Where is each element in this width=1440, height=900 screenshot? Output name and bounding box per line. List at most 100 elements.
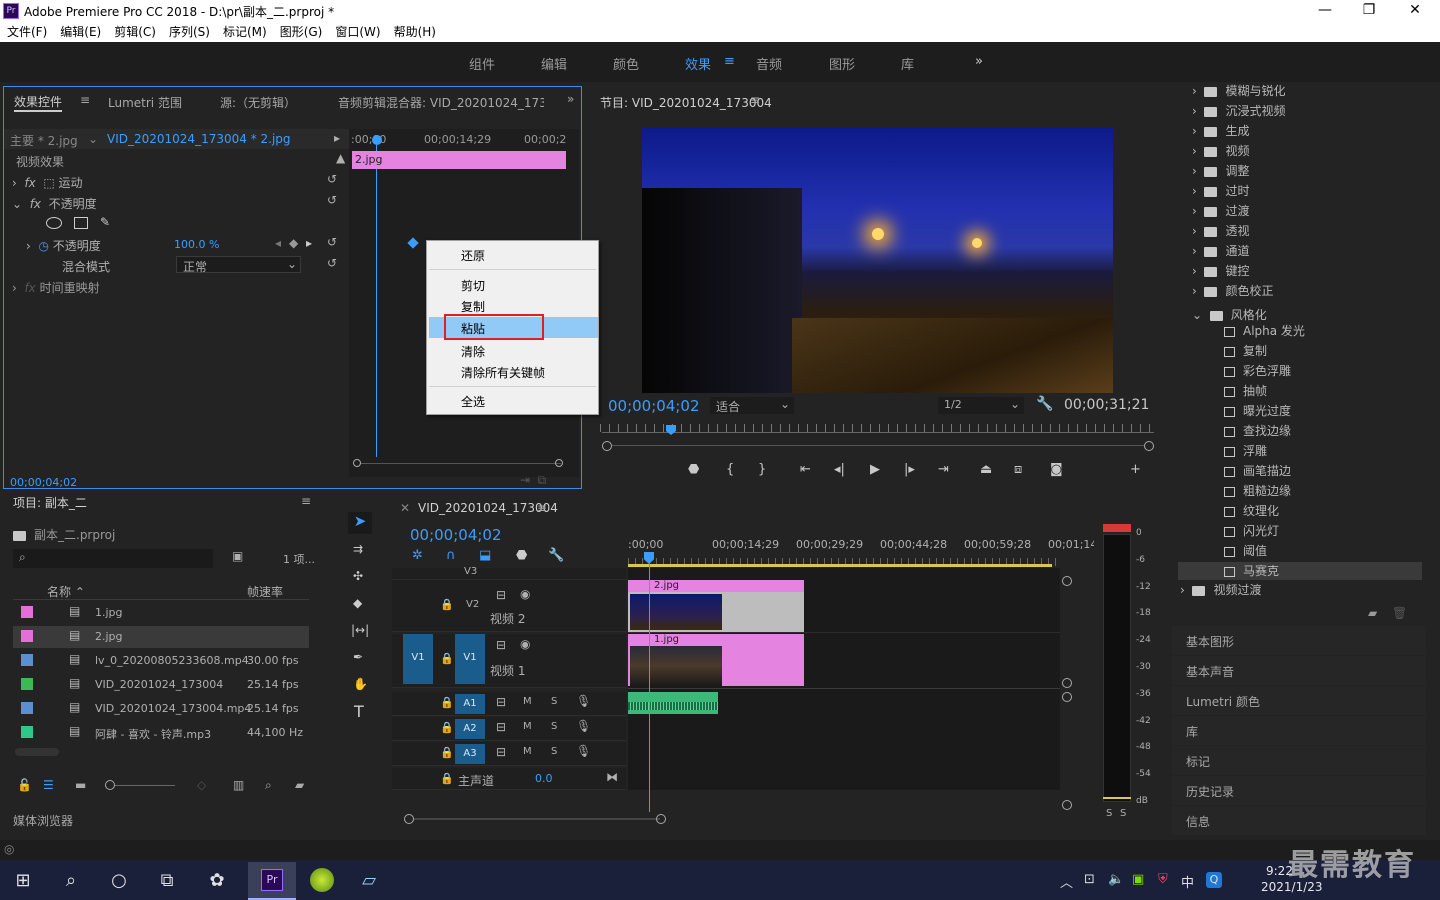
scroll-handle-icon[interactable] [1062,576,1072,586]
notepad-app-icon[interactable]: ▱ [358,870,380,892]
lock-icon[interactable]: 🔒 [440,721,454,734]
workspace-audio[interactable]: 音频 [756,54,782,73]
project-item[interactable]: ▤ 阿肆 - 喜欢 - 铃声.mp3 44,100 Hz [13,722,309,744]
menu-item-undo[interactable]: 还原 [461,247,485,264]
lock-icon[interactable]: 🔒 [440,696,454,709]
menu-item-paste[interactable]: 粘贴 [461,320,485,337]
selection-tool-icon[interactable]: ➤ [348,512,372,534]
label-color-swatch[interactable] [21,678,33,690]
effect-controls-timecode[interactable]: 00;00;04;02 [10,476,77,489]
menu-sequence[interactable]: 序列(S) [169,25,210,39]
solo-button[interactable]: S [551,746,557,757]
zoom-handle-left-icon[interactable] [602,441,612,451]
scroll-handle-icon[interactable] [1062,692,1072,702]
side-panel-tab[interactable]: Lumetri 颜色 [1172,686,1426,715]
add-marker-icon[interactable]: ⬣ [688,462,699,477]
panel-menu-icon[interactable]: ≡ [301,494,311,508]
menu-file[interactable]: 文件(F) [7,25,47,39]
motion-row[interactable]: › fx ⬚ 运动 [12,174,83,191]
effects-folder[interactable]: › 调整 [1192,162,1249,179]
workspace-libraries[interactable]: 库 [901,54,914,73]
track-target-v2[interactable]: V2 [466,599,479,610]
sort-icon[interactable]: ◇ [197,778,206,792]
go-to-end-icon[interactable]: ⧓ [606,770,618,784]
find-icon[interactable]: ⌕ [265,778,272,793]
search-input[interactable]: ⌕ [13,549,213,568]
lift-icon[interactable]: ⏏ [980,462,992,477]
playhead-timecode[interactable]: 00;00;04;02 [608,397,700,415]
label-color-swatch[interactable] [21,630,33,642]
label-color-swatch[interactable] [21,606,33,618]
label-color-swatch[interactable] [21,654,33,666]
linked-selection-icon[interactable]: ⬓ [479,548,491,563]
source-patch-v1[interactable]: V1 [403,634,433,684]
volume-icon[interactable]: 🔈 [1108,872,1124,887]
microphone-icon[interactable]: 🎙 [576,744,591,758]
scrollbar[interactable] [361,463,561,464]
more-workspaces-icon[interactable]: » [975,54,983,69]
program-video-frame[interactable] [642,128,1113,393]
lock-icon[interactable]: 🔒 [440,746,454,759]
effect-item[interactable]: 阈值 [1178,542,1422,560]
master-clip-label[interactable]: 主要 * 2.jpg [10,132,78,149]
effects-folder-video-transitions[interactable]: › 视频过渡 [1180,581,1261,598]
eye-icon[interactable]: ◉ [520,637,530,651]
timeline-timecode[interactable]: 00;00;04;02 [410,526,502,544]
toggle-sync-icon[interactable]: ⊟ [496,745,506,759]
sequence-clip-label[interactable]: VID_20201024_173004 * 2.jpg [107,132,291,146]
go-to-out-icon[interactable]: ⇥ [938,462,949,477]
pinwheel-app-icon[interactable]: ✿ [206,870,228,892]
label-color-swatch[interactable] [21,726,33,738]
scroll-handle-icon[interactable] [555,459,563,467]
list-view-icon[interactable]: ☰ [43,778,54,792]
effect-item[interactable]: 查找边缘 [1178,422,1422,440]
reset-icon[interactable]: ↺ [327,172,337,186]
toggle-sync-icon[interactable]: ⊟ [496,695,506,709]
menu-item-clear[interactable]: 清除 [461,343,485,360]
mute-button[interactable]: M [523,746,532,757]
project-item[interactable]: ▤ lv_0_20200805233608.mp4 30.00 fps [13,650,309,672]
menu-marker[interactable]: 标记(M) [223,25,267,39]
toggle-sync-icon[interactable]: ⊟ [496,720,506,734]
maximize-button[interactable]: ❐ [1354,2,1384,20]
more-tabs-icon[interactable]: » [567,92,574,106]
playback-resolution-select[interactable]: 1/2 ⌄ [938,397,1024,414]
effect-item[interactable]: 浮雕 [1178,442,1422,460]
play-icon[interactable]: ▶ [870,462,880,477]
pen-mask-icon[interactable]: ✎ [100,215,110,229]
keyframe-icon[interactable] [407,237,419,249]
effects-folder[interactable]: › 通道 [1192,242,1249,259]
track-target-audio[interactable]: A2 [455,719,485,739]
ellipse-mask-icon[interactable] [46,217,62,229]
solo-right-button[interactable]: S [1120,808,1126,819]
add-button-icon[interactable]: + [1130,462,1141,477]
menu-graphics[interactable]: 图形(G) [280,25,323,39]
col-name-header[interactable]: 名称 ⌃ [47,583,85,600]
menu-item-copy[interactable]: 复制 [461,298,485,315]
new-bin-icon[interactable]: ▰ [1368,606,1377,620]
effect-item[interactable]: 画笔描边 [1178,462,1422,480]
tab-lumetri-scopes[interactable]: Lumetri 范围 [108,94,182,111]
zoom-handle-right-icon[interactable] [656,814,666,824]
pen-tool-icon[interactable]: ✒ [353,650,363,664]
track-content-area[interactable]: 2.jpg 1.jpg [628,568,1060,790]
workspace-graphics[interactable]: 图形 [829,54,855,73]
scroll-handle-icon[interactable] [1062,800,1072,810]
export-icon[interactable]: ⇥ ⧉ [520,473,546,488]
icon-view-icon[interactable]: ▬ [75,778,86,792]
opacity-row[interactable]: ⌄ fx 不透明度 [12,195,97,212]
zoom-slider[interactable] [115,785,175,786]
zoom-bar[interactable] [612,445,1144,446]
security-icon[interactable]: ⛨ [1158,872,1168,887]
lock-icon[interactable]: 🔒 [440,772,454,785]
project-item[interactable]: ▤ VID_20201024_173004 25.14 fps [13,674,309,696]
new-search-bin-icon[interactable]: ▣ [232,549,243,563]
mute-button[interactable]: M [523,696,532,707]
extract-icon[interactable]: ⧈ [1014,462,1022,477]
menu-item-select-all[interactable]: 全选 [461,393,485,410]
effects-folder[interactable]: › 过渡 [1192,202,1249,219]
effects-folder[interactable]: › 过时 [1192,182,1249,199]
tab-effect-controls[interactable]: 效果控件 [14,93,63,112]
effect-item[interactable]: 粗糙边缘 [1178,482,1422,500]
menu-item-cut[interactable]: 剪切 [461,277,485,294]
